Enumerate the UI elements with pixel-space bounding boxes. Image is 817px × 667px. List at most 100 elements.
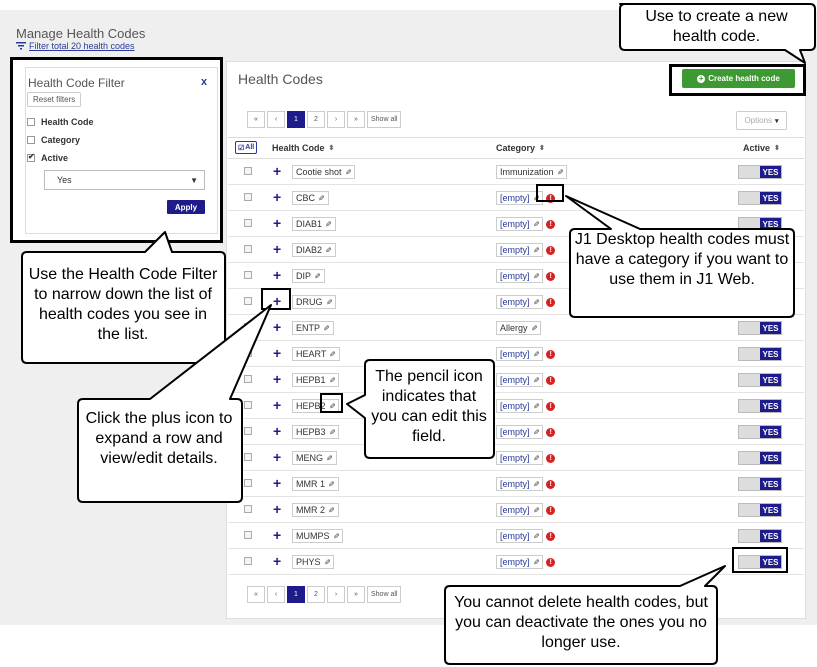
row-checkbox[interactable] (244, 219, 252, 227)
row-checkbox[interactable] (244, 323, 252, 331)
apply-button[interactable]: Apply (167, 200, 205, 214)
category-field[interactable]: [empty] ✎ (496, 451, 544, 465)
row-checkbox[interactable] (244, 505, 252, 513)
category-field[interactable]: [empty] ✎ (496, 243, 544, 257)
active-toggle[interactable]: YES (738, 373, 782, 387)
options-dropdown[interactable]: Options ▾ (736, 111, 787, 130)
page-button[interactable]: « (247, 111, 265, 128)
active-toggle[interactable]: YES (738, 191, 782, 205)
page-button[interactable]: » (347, 111, 365, 128)
active-toggle[interactable]: YES (738, 321, 782, 335)
health-code-field[interactable]: Cootie shot ✎ (292, 165, 356, 179)
page-button[interactable]: 2 (307, 586, 325, 603)
category-field[interactable]: [empty] ✎ (496, 477, 544, 491)
pencil-icon[interactable]: ✎ (533, 558, 540, 567)
pencil-icon[interactable]: ✎ (533, 428, 540, 437)
pencil-icon[interactable]: ✎ (531, 324, 538, 333)
health-code-field[interactable]: MMR 2 ✎ (292, 503, 339, 517)
pencil-icon[interactable]: ✎ (318, 194, 325, 203)
row-checkbox[interactable] (244, 427, 252, 435)
page-button[interactable]: Show all (367, 111, 402, 128)
pencil-icon[interactable]: ✎ (328, 506, 335, 515)
expand-plus-icon[interactable]: + (273, 422, 281, 440)
pencil-icon[interactable]: ✎ (345, 168, 352, 177)
row-checkbox[interactable] (244, 479, 252, 487)
health-code-field[interactable]: HEPB3 ✎ (292, 425, 340, 439)
health-code-field[interactable]: MENG ✎ (292, 451, 337, 465)
pencil-icon[interactable]: ✎ (326, 298, 333, 307)
active-toggle[interactable]: YES (738, 295, 782, 309)
filter-link[interactable]: Filter total 20 health codes (16, 41, 135, 51)
active-toggle[interactable]: YES (738, 399, 782, 413)
category-field[interactable]: [empty] ✎ (496, 425, 544, 439)
category-field[interactable]: [empty] ✎ (496, 373, 544, 387)
health-code-field[interactable]: HEART ✎ (292, 347, 341, 361)
active-toggle[interactable]: YES (738, 347, 782, 361)
active-toggle[interactable]: YES (738, 477, 782, 491)
select-all-button[interactable]: ☑ All (235, 141, 258, 154)
pencil-icon[interactable]: ✎ (533, 454, 540, 463)
pencil-icon[interactable]: ✎ (533, 272, 540, 281)
pencil-icon[interactable]: ✎ (533, 506, 540, 515)
page-button[interactable]: › (327, 586, 345, 603)
category-field[interactable]: Immunization ✎ (496, 165, 568, 179)
pencil-icon[interactable]: ✎ (533, 298, 540, 307)
row-checkbox[interactable] (244, 193, 252, 201)
pencil-icon[interactable]: ✎ (326, 454, 333, 463)
pencil-icon[interactable]: ✎ (533, 402, 540, 411)
row-checkbox[interactable] (244, 349, 252, 357)
category-field[interactable]: [empty] ✎ (496, 529, 544, 543)
row-checkbox[interactable] (244, 531, 252, 539)
page-button[interactable]: 2 (307, 111, 325, 128)
expand-plus-icon[interactable]: + (273, 552, 281, 570)
page-button[interactable]: « (247, 586, 265, 603)
pencil-icon[interactable]: ✎ (314, 272, 321, 281)
expand-plus-icon[interactable]: + (273, 344, 281, 362)
page-button[interactable]: ‹ (267, 586, 285, 603)
active-select[interactable]: Yes ▼ (44, 170, 205, 190)
health-code-field[interactable]: MMR 1 ✎ (292, 477, 339, 491)
create-health-code-button[interactable]: + Create health code (682, 69, 795, 88)
checkbox-checked[interactable] (27, 152, 35, 162)
expand-plus-icon[interactable]: + (273, 240, 281, 258)
pencil-icon[interactable]: ✎ (533, 480, 540, 489)
pencil-icon[interactable]: ✎ (323, 324, 330, 333)
expand-plus-icon[interactable]: + (273, 188, 281, 206)
pencil-icon[interactable]: ✎ (329, 428, 336, 437)
category-field[interactable]: [empty] ✎ (496, 347, 544, 361)
page-button[interactable]: Show all (367, 586, 402, 603)
column-category[interactable]: Category ⬍ (496, 143, 545, 153)
pencil-icon[interactable]: ✎ (533, 350, 540, 359)
health-code-field[interactable]: MUMPS ✎ (292, 529, 344, 543)
health-code-field[interactable]: HEPB1 ✎ (292, 373, 340, 387)
expand-plus-icon[interactable]: + (273, 318, 281, 336)
category-field[interactable]: [empty] ✎ (496, 503, 544, 517)
category-field[interactable]: [empty] ✎ (496, 269, 544, 283)
expand-plus-icon[interactable]: + (273, 526, 281, 544)
pencil-icon[interactable]: ✎ (329, 350, 336, 359)
category-field[interactable]: [empty] ✎ (496, 555, 544, 569)
checkbox[interactable] (27, 136, 35, 144)
pencil-icon[interactable]: ✎ (533, 532, 540, 541)
page-button[interactable]: 1 (287, 111, 305, 128)
category-field[interactable]: Allergy ✎ (496, 321, 542, 335)
active-toggle[interactable]: YES (738, 217, 782, 231)
health-code-field[interactable]: PHYS ✎ (292, 555, 335, 569)
health-code-field[interactable]: DRUG ✎ (292, 295, 337, 309)
checkbox[interactable] (27, 118, 35, 126)
row-checkbox[interactable] (244, 271, 252, 279)
health-code-field[interactable]: CBC ✎ (292, 191, 329, 205)
health-code-field[interactable]: DIAB1 ✎ (292, 217, 336, 231)
pencil-icon[interactable]: ✎ (328, 480, 335, 489)
pencil-icon[interactable]: ✎ (329, 376, 336, 385)
row-checkbox[interactable] (244, 375, 252, 383)
expand-plus-icon[interactable]: + (273, 214, 281, 232)
active-toggle[interactable]: YES (738, 425, 782, 439)
page-button[interactable]: 1 (287, 586, 305, 603)
health-code-field[interactable]: ENTP ✎ (292, 321, 334, 335)
expand-plus-icon[interactable]: + (273, 396, 281, 414)
pencil-icon[interactable]: ✎ (533, 246, 540, 255)
page-button[interactable]: ‹ (267, 111, 285, 128)
filter-close-button[interactable]: x (201, 76, 207, 88)
expand-plus-icon[interactable]: + (273, 370, 281, 388)
